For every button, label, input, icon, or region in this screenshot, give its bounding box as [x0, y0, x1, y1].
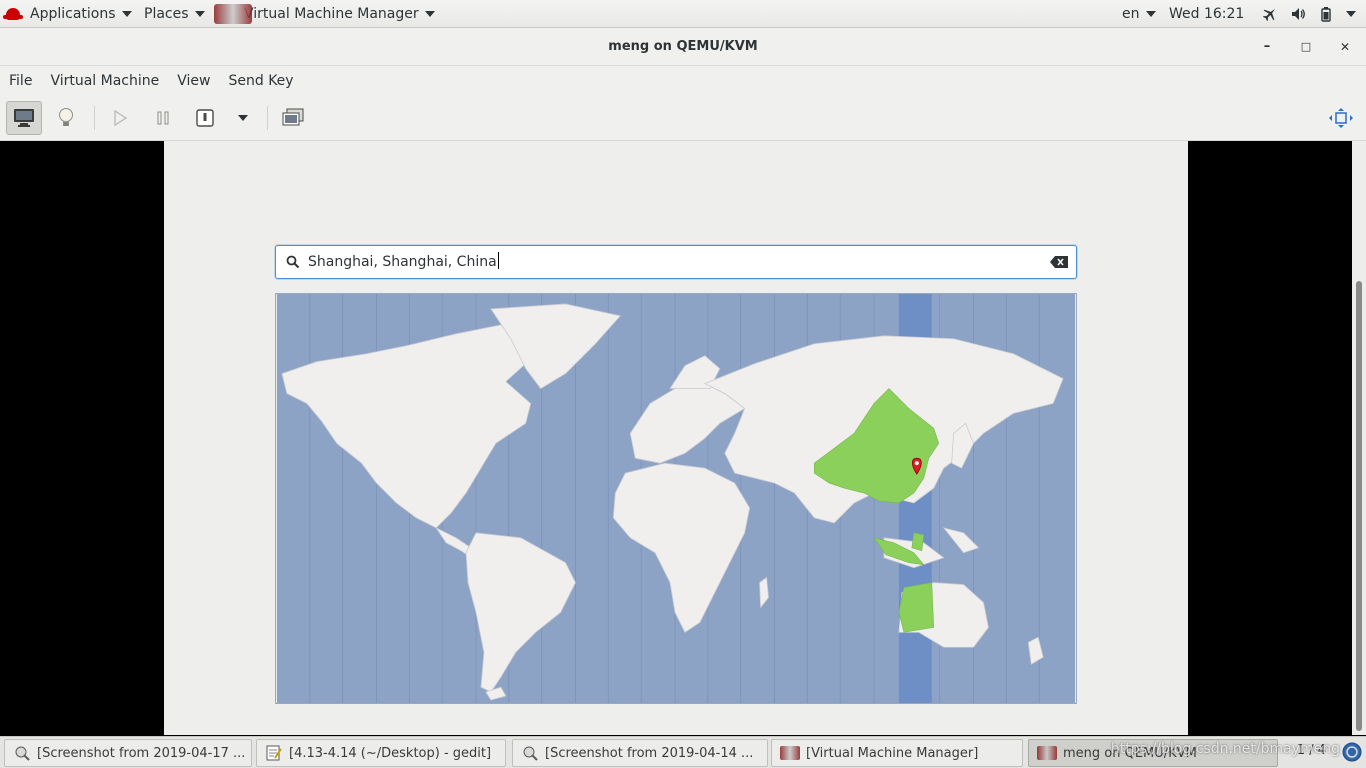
taskbar-item[interactable]: [4.13-4.14 (~/Desktop) - gedit]: [256, 739, 506, 767]
virt-manager-icon: [780, 746, 800, 760]
dropdown-icon: [238, 115, 248, 121]
window-title: meng on QEMU/KVM: [608, 39, 758, 54]
clock[interactable]: Wed 16:21: [1169, 0, 1244, 28]
shutdown-menu-button[interactable]: [225, 101, 261, 135]
lightbulb-icon: [59, 108, 73, 126]
taskbar-item[interactable]: [Screenshot from 2019-04-17 ...: [4, 739, 252, 767]
toolbar: [0, 96, 1366, 141]
search-value: Shanghai, Shanghai, China: [308, 254, 497, 270]
window-title-bar[interactable]: meng on QEMU/KVM – □ ✕: [0, 28, 1366, 66]
play-icon: [114, 110, 128, 126]
redhat-logo-icon: [3, 8, 23, 20]
screenshot-icon: [282, 108, 304, 126]
virt-manager-icon: [1037, 746, 1057, 760]
power-icon: [196, 109, 214, 127]
chevron-down-icon: [1346, 11, 1356, 17]
toolbar-separator: [267, 106, 268, 130]
applications-label: Applications: [30, 6, 116, 22]
applications-menu[interactable]: Applications: [3, 0, 132, 28]
system-status-area[interactable]: [1262, 0, 1356, 28]
image-viewer-icon: [523, 746, 538, 761]
show-details-button[interactable]: [48, 101, 84, 135]
timezone-search-input[interactable]: Shanghai, Shanghai, China: [275, 245, 1077, 279]
run-button[interactable]: [102, 101, 138, 135]
search-icon: [286, 255, 300, 269]
monitor-icon: [14, 109, 34, 127]
image-viewer-icon: [15, 746, 30, 761]
pause-icon: [157, 111, 169, 125]
vertical-scrollbar[interactable]: [1352, 141, 1366, 735]
taskbar-item-label: [Screenshot from 2019-04-17 ...: [37, 745, 246, 761]
virt-manager-icon: [214, 4, 252, 24]
menu-bar: File Virtual Machine View Send Key: [0, 66, 1366, 96]
chevron-down-icon: [424, 11, 435, 17]
chevron-down-icon: [121, 11, 132, 17]
watermark-text: https://blog.csdn.net/bmaymeng: [1110, 741, 1340, 757]
chevron-down-icon: [1145, 11, 1156, 17]
taskbar-item[interactable]: [Virtual Machine Manager]: [771, 739, 1023, 767]
minimize-button[interactable]: –: [1257, 37, 1277, 57]
places-menu[interactable]: Places: [144, 0, 205, 28]
text-editor-icon: [266, 745, 282, 761]
fullscreen-icon: [1329, 108, 1353, 128]
volume-icon: [1292, 8, 1305, 20]
input-source-menu[interactable]: en: [1122, 0, 1156, 28]
battery-icon: [1321, 7, 1331, 22]
input-language: en: [1122, 6, 1140, 22]
taskbar-item[interactable]: [Screenshot from 2019-04-14 ...: [512, 739, 768, 767]
app-menu[interactable]: Virtual Machine Manager: [214, 0, 435, 28]
taskbar-item-label: [4.13-4.14 (~/Desktop) - gedit]: [289, 745, 492, 761]
snapshots-button[interactable]: [275, 101, 311, 135]
text-cursor: [497, 252, 499, 269]
shutdown-button[interactable]: [187, 101, 223, 135]
notification-icon[interactable]: [1342, 742, 1362, 762]
gnome-top-bar: Applications Places Virtual Machine Mana…: [0, 0, 1366, 28]
clock-label: Wed 16:21: [1169, 6, 1245, 22]
guest-timezone-screen: Shanghai, Shanghai, China: [164, 141, 1188, 735]
scrollbar-thumb[interactable]: [1356, 281, 1362, 731]
menu-send-key[interactable]: Send Key: [219, 73, 302, 89]
maximize-button[interactable]: □: [1296, 37, 1316, 57]
clear-text-icon[interactable]: [1050, 256, 1068, 268]
chevron-down-icon: [194, 11, 205, 17]
menu-virtual-machine[interactable]: Virtual Machine: [41, 73, 168, 89]
close-button[interactable]: ✕: [1335, 37, 1355, 57]
places-label: Places: [144, 6, 189, 22]
western-australia-region: [898, 582, 935, 633]
vm-console-display[interactable]: Shanghai, Shanghai, China: [0, 141, 1352, 735]
airplane-mode-icon: [1262, 9, 1275, 22]
show-console-button[interactable]: [6, 101, 42, 135]
taskbar-item-label: [Virtual Machine Manager]: [806, 745, 979, 761]
pause-button[interactable]: [145, 101, 181, 135]
timezone-world-map[interactable]: [275, 293, 1077, 704]
menu-view[interactable]: View: [168, 73, 219, 89]
app-menu-label: Virtual Machine Manager: [244, 6, 419, 22]
window-list-taskbar: [Screenshot from 2019-04-17 ... [4.13-4.…: [0, 736, 1366, 768]
taskbar-item-label: [Screenshot from 2019-04-14 ...: [545, 745, 754, 761]
toolbar-separator: [94, 106, 95, 130]
fullscreen-button[interactable]: [1323, 101, 1359, 135]
menu-file[interactable]: File: [0, 73, 41, 89]
